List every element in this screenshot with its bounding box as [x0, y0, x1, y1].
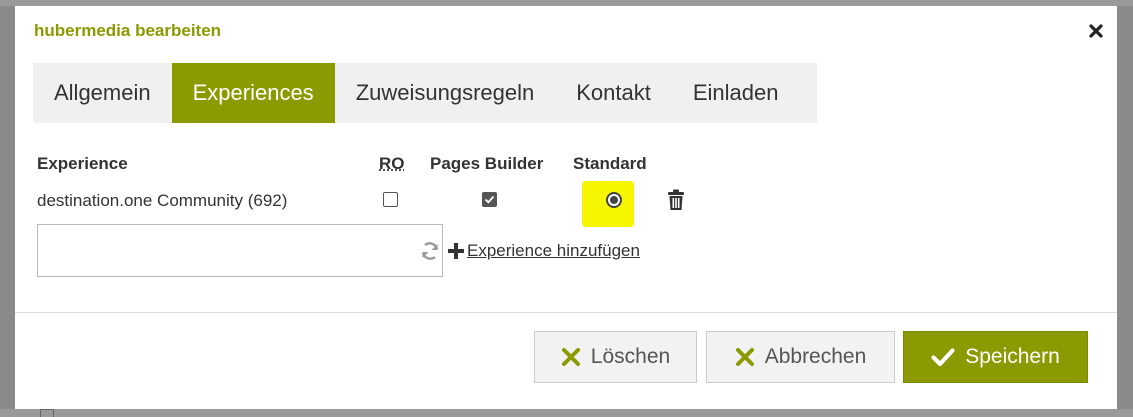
close-icon — [1089, 24, 1103, 38]
cancel-button[interactable]: Abbrechen — [706, 331, 895, 383]
x-icon — [735, 347, 755, 367]
tab-kontakt[interactable]: Kontakt — [555, 63, 672, 123]
experience-name: destination.one Community (692) — [37, 191, 288, 210]
refresh-icon — [419, 240, 441, 262]
add-experience-label: Experience hinzufügen — [467, 241, 640, 260]
background-overlay-bottom — [0, 409, 1133, 417]
delete-label: Löschen — [590, 345, 671, 368]
header-pages-builder: Pages Builder — [430, 154, 544, 173]
save-label: Speichern — [965, 345, 1060, 368]
header-standard: Standard — [573, 154, 647, 173]
radio-dot — [610, 196, 618, 204]
cancel-label: Abbrechen — [764, 345, 867, 368]
edit-modal: hubermedia bearbeiten Allgemein Experien… — [15, 6, 1117, 409]
modal-title: hubermedia bearbeiten — [34, 21, 222, 40]
save-button[interactable]: Speichern — [903, 331, 1088, 383]
experience-input[interactable] — [37, 224, 443, 277]
header-experience: Experience — [37, 154, 128, 173]
tab-bar: Allgemein Experiences Zuweisungsregeln K… — [33, 63, 817, 123]
background-checkbox — [40, 409, 54, 417]
standard-radio[interactable] — [606, 192, 622, 208]
tab-zuweisungsregeln[interactable]: Zuweisungsregeln — [335, 63, 556, 123]
x-icon — [561, 347, 581, 367]
add-experience-link[interactable]: Experience hinzufügen — [447, 241, 640, 261]
tab-experiences[interactable]: Experiences — [171, 63, 335, 123]
plus-icon — [448, 243, 464, 259]
delete-row-button[interactable] — [666, 189, 686, 211]
footer-divider — [15, 312, 1117, 313]
header-ro: RO — [379, 154, 405, 173]
check-icon — [931, 347, 955, 367]
tab-einladen[interactable]: Einladen — [672, 63, 800, 123]
ro-checkbox[interactable] — [383, 192, 398, 207]
pages-builder-checkbox[interactable] — [482, 192, 497, 207]
checkmark-icon — [484, 195, 495, 204]
tab-allgemein[interactable]: Allgemein — [33, 63, 172, 123]
trash-icon — [668, 189, 684, 210]
close-button[interactable] — [1087, 22, 1105, 40]
delete-button[interactable]: Löschen — [534, 331, 697, 383]
